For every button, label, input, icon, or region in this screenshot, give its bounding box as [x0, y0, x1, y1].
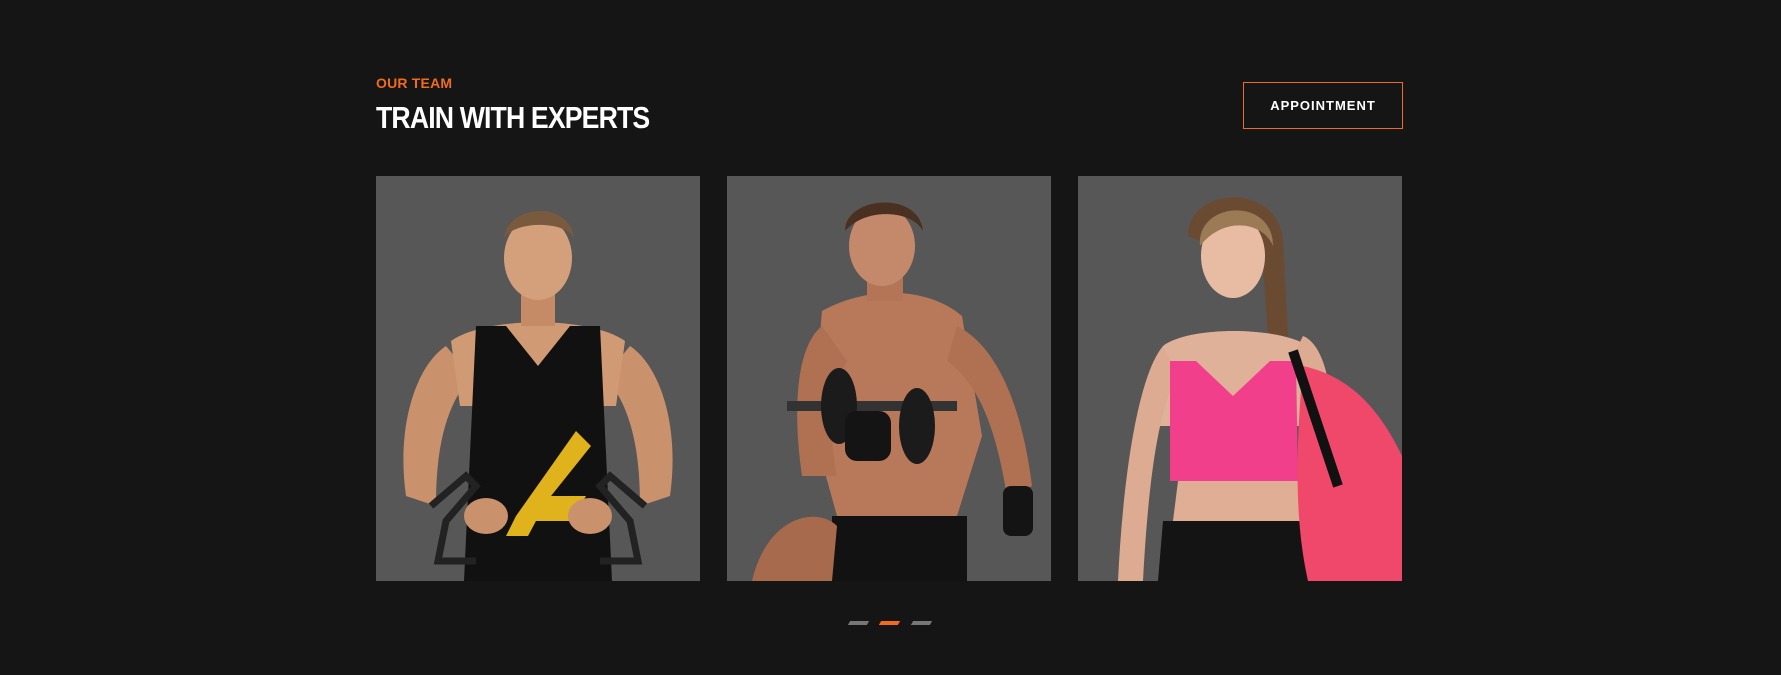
section-title: TRAIN WITH EXPERTS — [376, 100, 650, 135]
carousel-pagination — [847, 621, 933, 627]
carousel-dot-2[interactable] — [878, 621, 901, 625]
section-eyebrow: OUR TEAM — [376, 75, 453, 91]
carousel-dot-3[interactable] — [910, 621, 933, 625]
carousel-dot-1[interactable] — [847, 621, 870, 625]
trainer-photo — [1118, 197, 1402, 581]
appointment-button[interactable]: APPOINTMENT — [1243, 82, 1403, 129]
team-card[interactable] — [1078, 176, 1402, 581]
team-card[interactable] — [727, 176, 1051, 581]
team-section: OUR TEAM TRAIN WITH EXPERTS APPOINTMENT — [0, 0, 1781, 675]
trainer-photo — [752, 202, 1033, 581]
trainer-photo — [403, 210, 673, 581]
team-card[interactable] — [376, 176, 700, 581]
